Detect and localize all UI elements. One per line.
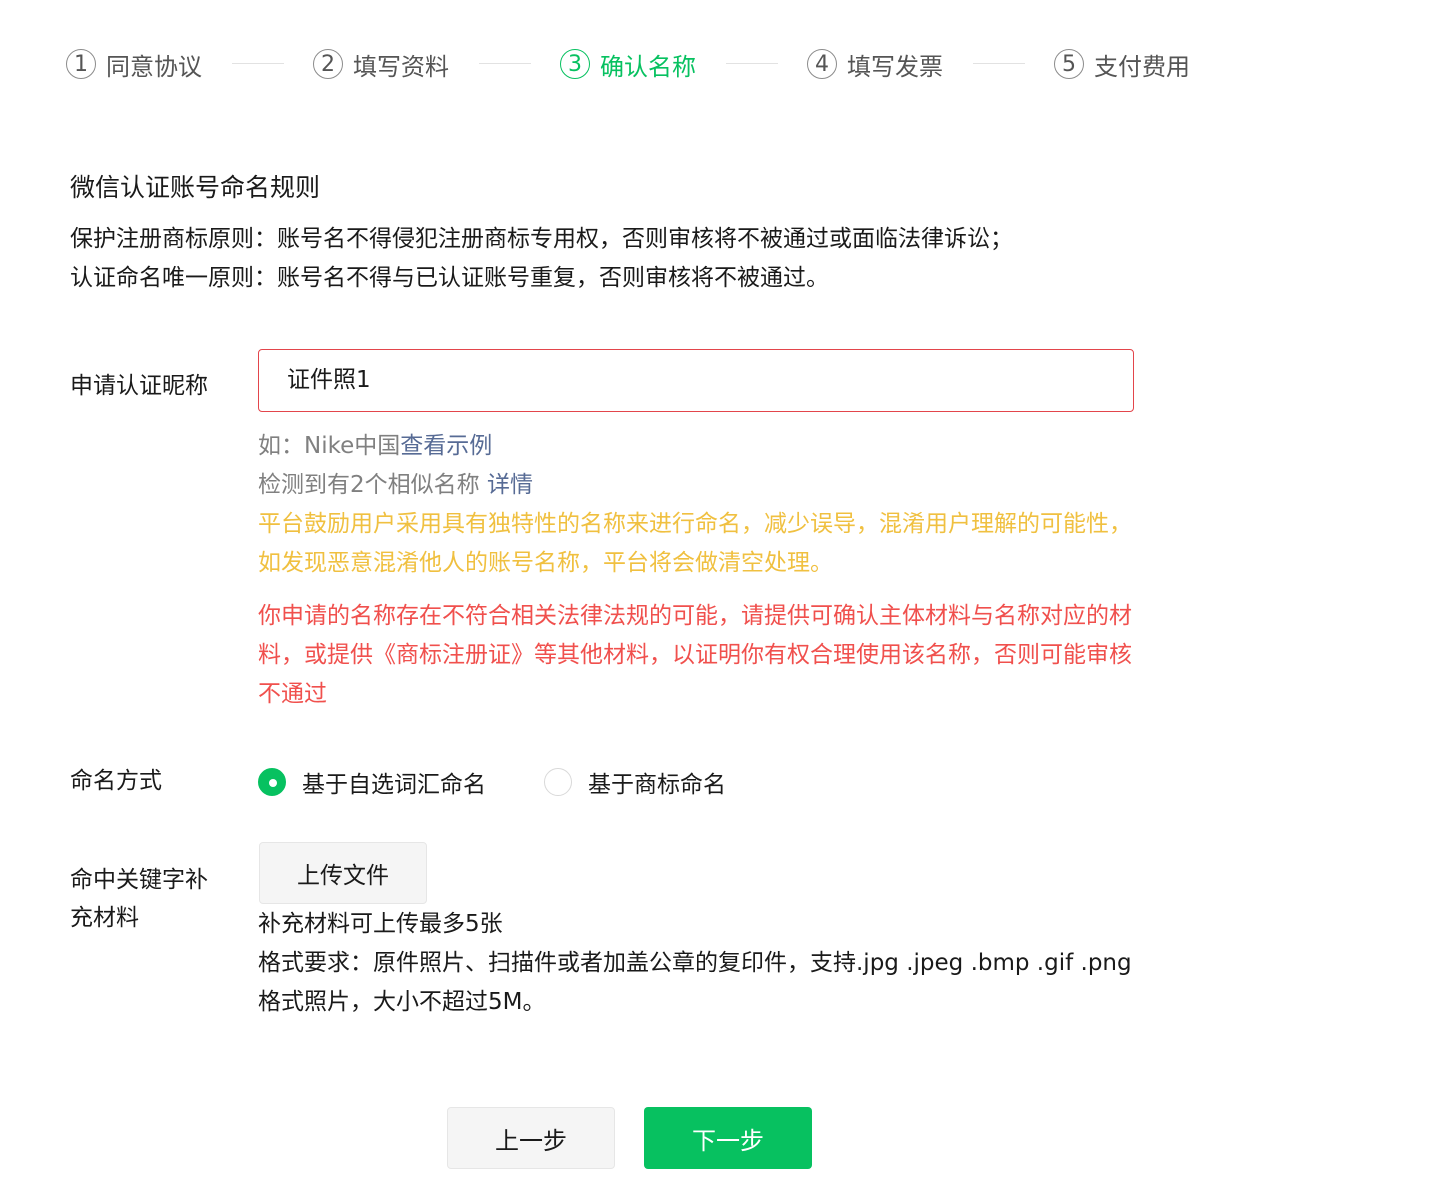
- naming-rules-title: 微信认证账号命名规则: [70, 173, 321, 202]
- nickname-label: 申请认证昵称: [70, 373, 208, 399]
- step-number: 3: [560, 49, 590, 79]
- upload-file-button[interactable]: 上传文件: [259, 842, 427, 904]
- similar-names-hint: 检测到有2个相似名称 详情: [258, 466, 533, 505]
- naming-method-label: 命名方式: [70, 768, 162, 794]
- upload-note: 补充材料可上传最多5张: [258, 911, 503, 937]
- step-agree-protocol: 1 同意协议: [66, 44, 202, 84]
- uniqueness-warning-line: 平台鼓励用户采用具有独特性的名称来进行命名，减少误导，混淆用户理解的可能性，: [258, 511, 1132, 537]
- legal-error-line: 不通过: [258, 681, 327, 707]
- step-fill-invoice: 4 填写发票: [807, 44, 943, 84]
- step-divider: [973, 63, 1025, 64]
- radio-label[interactable]: 基于商标命名: [588, 765, 726, 799]
- similar-names-text: 检测到有2个相似名称: [258, 472, 480, 498]
- step-divider: [726, 63, 778, 64]
- step-divider: [479, 63, 531, 64]
- trademark-rule: 保护注册商标原则：账号名不得侵犯注册商标专用权，否则审核将不被通过或面临法律诉讼…: [70, 226, 1013, 252]
- radio-unchecked-icon[interactable]: [544, 768, 572, 796]
- next-step-button[interactable]: 下一步: [644, 1107, 812, 1169]
- uniqueness-warning-line: 如发现恶意混淆他人的账号名称，平台将会做清空处理。: [258, 550, 833, 576]
- step-number: 1: [66, 49, 96, 79]
- uniqueness-rule: 认证命名唯一原则：账号名不得与已认证账号重复，否则审核将不被通过。: [70, 265, 829, 291]
- nickname-input[interactable]: 证件照1: [258, 349, 1134, 412]
- naming-rules-section: 微信认证账号命名规则 保护注册商标原则：账号名不得侵犯注册商标专用权，否则审核将…: [70, 170, 1170, 298]
- previous-step-button[interactable]: 上一步: [447, 1107, 615, 1169]
- radio-label[interactable]: 基于自选词汇命名: [302, 765, 486, 799]
- step-fill-info: 2 填写资料: [313, 44, 449, 84]
- step-number: 5: [1054, 49, 1084, 79]
- radio-checked-icon[interactable]: [258, 768, 286, 796]
- step-confirm-name: 3 确认名称: [560, 44, 696, 84]
- step-label: 填写资料: [353, 52, 449, 81]
- step-number: 2: [313, 49, 343, 79]
- legal-error-line: 你申请的名称存在不符合相关法律法规的可能，请提供可确认主体材料与名称对应的材: [258, 603, 1132, 629]
- radio-trademark[interactable]: 基于商标命名: [544, 765, 726, 799]
- step-pay-fee: 5 支付费用: [1054, 44, 1190, 84]
- example-text: 如：Nike中国: [258, 433, 401, 459]
- step-label: 同意协议: [106, 52, 202, 81]
- view-example-link[interactable]: 查看示例: [400, 433, 492, 459]
- radio-custom-words[interactable]: 基于自选词汇命名: [258, 765, 486, 799]
- upload-note: 格式要求：原件照片、扫描件或者加盖公章的复印件，支持.jpg .jpeg .bm…: [258, 950, 1132, 976]
- supplement-label-line: 命中关键字补: [70, 867, 208, 893]
- legal-error-line: 料，或提供《商标注册证》等其他材料，以证明你有权合理使用该名称，否则可能审核: [258, 642, 1132, 668]
- supplement-label-line: 充材料: [70, 905, 139, 931]
- step-number: 4: [807, 49, 837, 79]
- upload-requirements: 补充材料可上传最多5张 格式要求：原件照片、扫描件或者加盖公章的复印件，支持.j…: [258, 905, 1132, 1022]
- example-hint: 如：Nike中国查看示例: [258, 427, 492, 466]
- upload-note: 格式照片，大小不超过5M。: [258, 989, 546, 1015]
- supplement-label: 命中关键字补 充材料: [70, 861, 208, 937]
- step-label: 填写发票: [847, 52, 943, 81]
- step-divider: [232, 63, 284, 64]
- step-label: 确认名称: [600, 52, 696, 81]
- step-label: 支付费用: [1094, 52, 1190, 81]
- similar-names-details-link[interactable]: 详情: [487, 472, 533, 498]
- naming-method-radio-group: 基于自选词汇命名 基于商标命名: [258, 762, 784, 802]
